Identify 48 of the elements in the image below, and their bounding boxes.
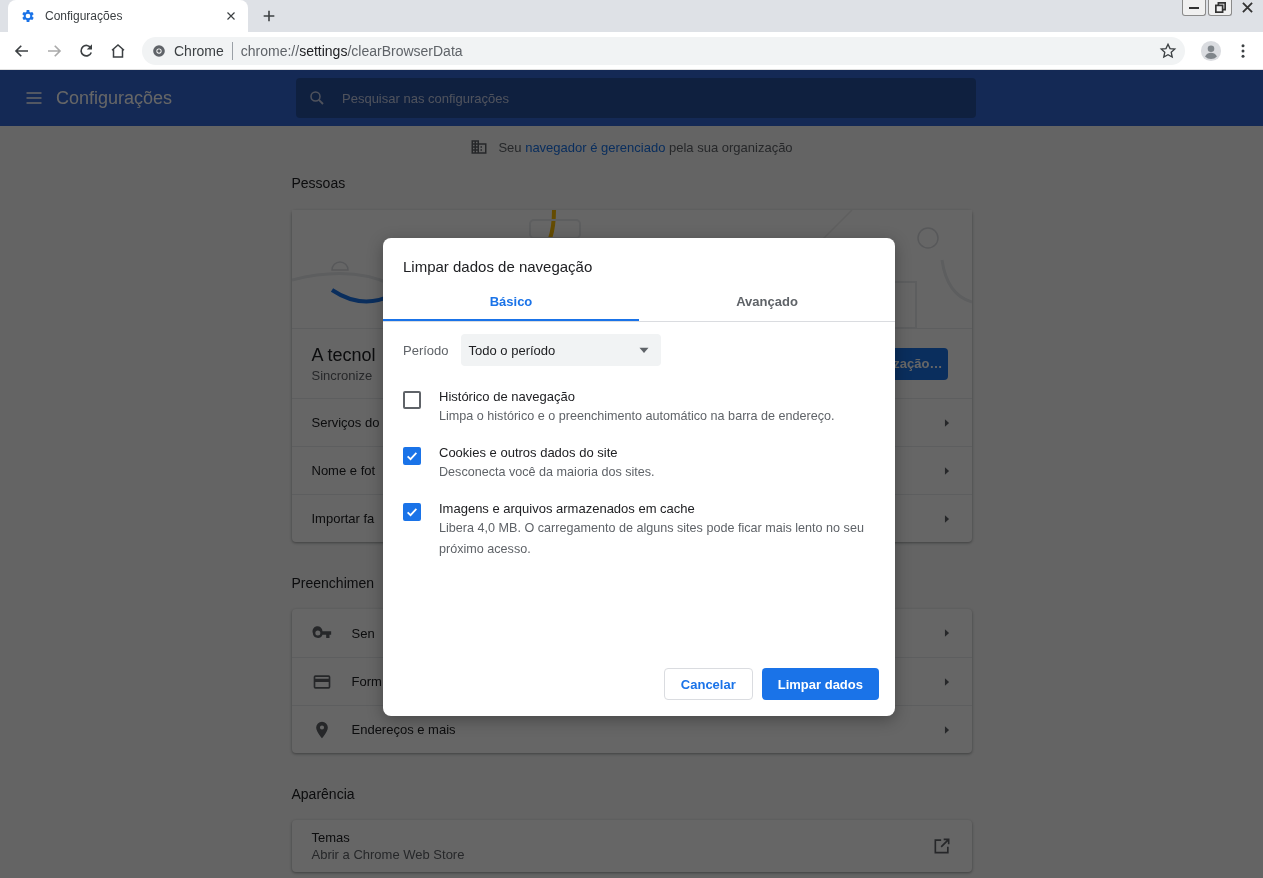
dialog-title: Limpar dados de navegação — [402, 257, 594, 277]
option-description: Desconecta você da maioria dos sites. — [439, 464, 655, 481]
page-title: Configurações — [56, 87, 174, 109]
dialog-tab[interactable]: Avançado — [639, 284, 895, 321]
minimize-button[interactable] — [1182, 0, 1206, 16]
option-description: Libera 4,0 MB. O carregamento de alguns sites pode ficar mais lento no seu próximo acesso. — [439, 520, 865, 558]
search-icon — [308, 89, 326, 107]
search-bar[interactable]: Pesquisar nas configurações — [296, 78, 976, 118]
close-icon — [1241, 2, 1253, 13]
url-text: chrome://settings/clearBrowserData — [240, 42, 464, 59]
settings-icon — [20, 8, 36, 24]
row-subtitle: Abrir a Chrome Web Store — [311, 847, 465, 862]
star-icon[interactable] — [1159, 41, 1177, 60]
restore-button[interactable] — [1208, 0, 1232, 16]
checkbox[interactable] — [403, 503, 421, 521]
new-tab-icon[interactable] — [261, 8, 277, 24]
checkbox[interactable] — [403, 391, 421, 409]
check-icon — [405, 449, 419, 463]
building-icon — [470, 138, 489, 156]
section-title: Pessoas — [291, 174, 347, 193]
clear-data-button[interactable]: Limpar dados — [761, 668, 879, 700]
profile-subtitle: Sincronize — [311, 367, 373, 383]
browser-tab[interactable]: Configurações — [8, 0, 248, 32]
minimize-icon — [1189, 6, 1199, 9]
settings-row[interactable]: Sen — [291, 609, 972, 657]
option-description: Limpa o histórico e o preenchimento automático na barra de endereço. — [439, 408, 835, 425]
restore-icon — [1214, 2, 1226, 13]
option-title: Cookies e outros dados do site — [439, 444, 619, 462]
address-bar[interactable]: Chrome chrome://settings/clearBrowserData — [142, 36, 1185, 65]
managed-link[interactable]: navegador é gerenciado — [525, 139, 666, 155]
section-title: Aparência — [291, 785, 356, 804]
period-label: Período — [403, 342, 449, 358]
dialog-tab[interactable]: Básico — [383, 284, 639, 321]
section-title: Preenchimen — [291, 574, 375, 593]
search-field[interactable]: Pesquisar nas configurações — [340, 89, 964, 107]
period-dropdown[interactable]: Todo o período — [460, 334, 661, 366]
row-title: Temas — [311, 830, 350, 845]
cancel-button[interactable]: Cancelar — [663, 668, 753, 700]
managed-notice: Seu navegador é gerenciado pela sua organização — [498, 139, 793, 155]
option-title: Histórico de navegação — [439, 388, 576, 406]
chrome-icon — [152, 43, 166, 58]
home-icon[interactable] — [109, 41, 127, 60]
site-label: Chrome — [174, 42, 224, 59]
checkbox[interactable] — [403, 447, 421, 465]
profile-title: A tecnol — [311, 344, 376, 366]
check-icon — [405, 505, 419, 519]
avatar-icon[interactable] — [1200, 39, 1222, 62]
option-title: Imagens e arquivos armazenados em cache — [439, 500, 696, 518]
